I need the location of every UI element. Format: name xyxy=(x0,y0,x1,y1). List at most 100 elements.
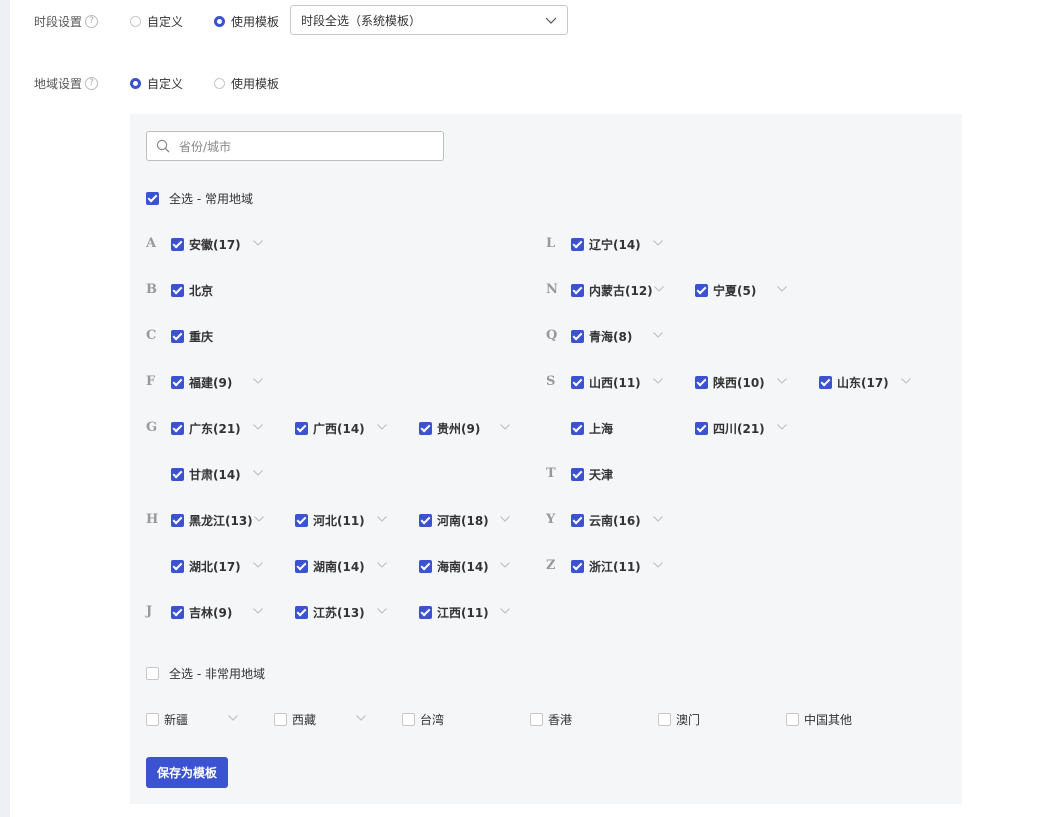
chevron-down-icon[interactable] xyxy=(653,516,663,522)
province-item[interactable]: 云南(16) xyxy=(571,512,641,529)
letter-label: A xyxy=(146,236,157,251)
chevron-down-icon[interactable] xyxy=(253,378,263,384)
chevron-down-icon[interactable] xyxy=(500,562,510,568)
time-template-select[interactable]: 时段全选（系统模板） xyxy=(290,5,568,35)
province-item[interactable]: 上海 xyxy=(571,420,613,437)
province-item[interactable]: 湖北(17) xyxy=(171,558,241,575)
chevron-down-icon[interactable] xyxy=(377,562,387,568)
chevron-down-icon[interactable] xyxy=(377,608,387,614)
province-name: 北京 xyxy=(189,284,214,298)
chevron-down-icon[interactable] xyxy=(253,470,263,476)
chevron-down-icon[interactable] xyxy=(777,378,787,384)
uncommon-region-item[interactable]: 中国其他 xyxy=(786,711,852,728)
province-item[interactable]: 浙江(11) xyxy=(571,558,641,575)
chevron-down-icon[interactable] xyxy=(500,608,510,614)
radio-label: 使用模板 xyxy=(231,15,280,29)
province-item[interactable]: 河南(18) xyxy=(419,512,489,529)
uncommon-region-item[interactable]: 西藏 xyxy=(274,711,316,728)
checkbox-checked-icon xyxy=(571,238,584,251)
time-radio-template[interactable]: 使用模板 xyxy=(214,13,279,30)
province-name: 福建(9) xyxy=(189,376,233,390)
province-item[interactable]: 福建(9) xyxy=(171,374,232,391)
province-item[interactable]: 青海(8) xyxy=(571,328,632,345)
region-radio-custom[interactable]: 自定义 xyxy=(130,75,183,92)
letter-label: B xyxy=(146,282,157,297)
radio-icon xyxy=(130,16,141,27)
checkbox-checked-icon xyxy=(571,376,584,389)
province-item[interactable]: 贵州(9) xyxy=(419,420,480,437)
chevron-down-icon[interactable] xyxy=(377,516,387,522)
chevron-down-icon[interactable] xyxy=(653,240,663,246)
letter-label: J xyxy=(146,604,153,619)
province-item[interactable]: 江苏(13) xyxy=(295,604,365,621)
chevron-down-icon[interactable] xyxy=(653,562,663,568)
province-item[interactable]: 甘肃(14) xyxy=(171,466,241,483)
region-panel xyxy=(130,114,962,804)
help-icon[interactable]: ? xyxy=(85,77,99,90)
province-item[interactable]: 辽宁(14) xyxy=(571,236,641,253)
province-item[interactable]: 湖南(14) xyxy=(295,558,365,575)
chevron-down-icon[interactable] xyxy=(653,332,663,338)
province-item[interactable]: 江西(11) xyxy=(419,604,489,621)
chevron-down-icon[interactable] xyxy=(653,378,663,384)
province-item[interactable]: 广东(21) xyxy=(171,420,241,437)
province-name: 湖北(17) xyxy=(189,560,241,574)
province-item[interactable]: 吉林(9) xyxy=(171,604,232,621)
checkbox-checked-icon xyxy=(571,284,584,297)
checkbox-checked-icon xyxy=(171,238,184,251)
region-search-box[interactable] xyxy=(146,131,444,161)
province-item[interactable]: 广西(14) xyxy=(295,420,365,437)
uncommon-region-item[interactable]: 香港 xyxy=(530,711,572,728)
province-item[interactable]: 北京 xyxy=(171,282,213,299)
uncommon-region-item[interactable]: 台湾 xyxy=(402,711,444,728)
checkbox-checked-icon xyxy=(295,606,308,619)
province-item[interactable]: 河北(11) xyxy=(295,512,365,529)
uncommon-region-item[interactable]: 澳门 xyxy=(658,711,700,728)
region-search-input[interactable] xyxy=(177,137,431,157)
checkbox-icon xyxy=(658,713,671,726)
province-item[interactable]: 天津 xyxy=(571,466,613,483)
province-item[interactable]: 黑龙江(13) xyxy=(171,512,253,529)
province-item[interactable]: 宁夏(5) xyxy=(695,282,756,299)
province-item[interactable]: 山西(11) xyxy=(571,374,641,391)
help-icon[interactable]: ? xyxy=(85,15,99,28)
province-name: 山西(11) xyxy=(589,376,641,390)
time-radio-custom[interactable]: 自定义 xyxy=(130,13,183,30)
chevron-down-icon[interactable] xyxy=(500,516,510,522)
chevron-down-icon[interactable] xyxy=(253,240,263,246)
letter-label: L xyxy=(546,236,556,251)
checkbox-checked-icon xyxy=(295,422,308,435)
uncommon-region-item[interactable]: 新疆 xyxy=(146,711,188,728)
chevron-down-icon[interactable] xyxy=(253,608,263,614)
checkbox-checked-icon xyxy=(571,560,584,573)
chevron-down-icon[interactable] xyxy=(356,715,366,721)
checkbox-checked-icon xyxy=(571,422,584,435)
chevron-down-icon[interactable] xyxy=(228,715,238,721)
chevron-down-icon[interactable] xyxy=(777,286,787,292)
chevron-down-icon[interactable] xyxy=(777,424,787,430)
chevron-down-icon[interactable] xyxy=(254,516,264,522)
select-all-uncommon[interactable]: 全选 - 非常用地域 xyxy=(146,665,265,682)
province-item[interactable]: 山东(17) xyxy=(819,374,889,391)
province-name: 安徽(17) xyxy=(189,238,241,252)
chevron-down-icon[interactable] xyxy=(253,562,263,568)
province-item[interactable]: 内蒙古(12) xyxy=(571,282,653,299)
province-item[interactable]: 安徽(17) xyxy=(171,236,241,253)
chevron-down-icon[interactable] xyxy=(901,378,911,384)
region-radio-template[interactable]: 使用模板 xyxy=(214,75,279,92)
chevron-down-icon[interactable] xyxy=(500,424,510,430)
letter-label: S xyxy=(546,374,556,389)
province-item[interactable]: 海南(14) xyxy=(419,558,489,575)
chevron-down-icon[interactable] xyxy=(654,286,664,292)
chevron-down-icon[interactable] xyxy=(377,424,387,430)
select-all-common[interactable]: 全选 - 常用地域 xyxy=(146,190,253,207)
province-item[interactable]: 陕西(10) xyxy=(695,374,765,391)
province-name: 天津 xyxy=(589,468,614,482)
save-as-template-button[interactable]: 保存为模板 xyxy=(146,757,228,788)
chevron-down-icon[interactable] xyxy=(253,424,263,430)
province-item[interactable]: 四川(21) xyxy=(695,420,765,437)
province-name: 广东(21) xyxy=(189,422,241,436)
checkbox-checked-icon xyxy=(419,606,432,619)
province-item[interactable]: 重庆 xyxy=(171,328,213,345)
letter-label: Y xyxy=(546,512,556,527)
